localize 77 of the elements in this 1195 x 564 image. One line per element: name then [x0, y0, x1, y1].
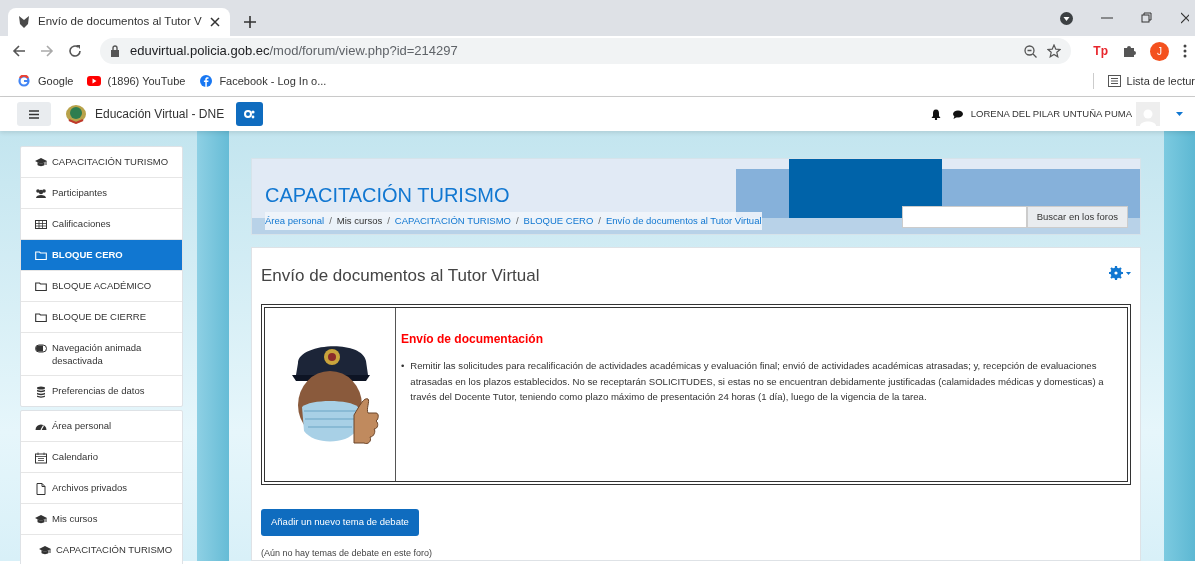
folder-icon	[35, 312, 47, 324]
site-name: Educación Virtual - DNE	[95, 106, 225, 123]
tab-title: Envío de documentos al Tutor V	[38, 14, 202, 30]
nav-item[interactable]: Área personal	[21, 411, 182, 442]
extension-button[interactable]: Tp	[1093, 42, 1108, 60]
restore-icon[interactable]	[1141, 12, 1153, 24]
people-icon	[35, 188, 47, 200]
breadcrumb-separator: /	[515, 214, 519, 228]
new-tab-icon[interactable]	[244, 16, 256, 28]
breadcrumb-link[interactable]: CAPACITACIÓN TURISMO	[394, 214, 511, 229]
star-icon[interactable]	[1047, 44, 1062, 58]
dropdown-icon[interactable]	[1060, 11, 1073, 25]
breadcrumb-link[interactable]: BLOQUE CERO	[523, 214, 594, 229]
breadcrumb-separator: /	[329, 214, 332, 228]
chat-icon[interactable]	[952, 109, 963, 119]
menu-button[interactable]	[17, 102, 51, 126]
puzzle-icon[interactable]	[1122, 44, 1136, 58]
shield-icon	[18, 15, 30, 29]
emblem-icon	[65, 104, 87, 124]
nav-item[interactable]: Archivos privados	[21, 473, 182, 504]
empty-note: (Aún no hay temas de debate en este foro)	[261, 546, 434, 560]
f-logo-icon	[199, 75, 214, 87]
menu-icon[interactable]	[1183, 44, 1187, 58]
menu-icon	[29, 109, 39, 119]
close-icon[interactable]	[1181, 12, 1189, 24]
table-icon	[35, 219, 47, 231]
gear-menu-icon[interactable]	[1109, 266, 1131, 281]
search-field[interactable]	[901, 206, 1027, 228]
breadcrumb-text: Mis cursos	[336, 214, 383, 228]
nav-item[interactable]: BLOQUE DE CIERRE	[21, 302, 182, 333]
forum-title: Envío de documentos al Tutor Virtual	[261, 265, 540, 287]
user-name[interactable]: LORENA DEL PILAR UNTUÑA PUMA	[970, 106, 1132, 122]
cap-icon	[39, 545, 51, 557]
folder-icon	[35, 281, 47, 293]
lock-icon	[110, 45, 120, 57]
back-icon[interactable]	[12, 44, 26, 58]
bell-icon[interactable]	[930, 108, 941, 120]
caret-icon[interactable]	[1176, 112, 1183, 116]
close-icon[interactable]	[210, 17, 220, 27]
intro-paragraph: Remitir las solicitudes para recalificación de actividades académicas y evaluación final; envió de actividades académicas atrasadas; y, recepción de evaluaciones atrasadas en los plazos establecidos. No se receptarán SOLICITUDES, si estas no se encuentran debidamente justificadas (calamidades médicas y domesticas) a través del Docente Tutor, teniendo como plazo máximo de presentación 24 horas (1 día), luego de la vigencia de la tarea.	[410, 359, 1105, 405]
breadcrumb-link[interactable]: Envío de documentos al Tutor Virtual	[605, 214, 762, 229]
nav-item[interactable]: BLOQUE CERO	[21, 240, 182, 271]
google-logo-icon	[18, 75, 32, 87]
reading-list-button[interactable]: Lista de lectur	[1092, 72, 1195, 90]
reload-icon[interactable]	[68, 44, 82, 58]
nav-item[interactable]: BLOQUE ACADÉMICO	[21, 271, 182, 302]
database-icon	[35, 386, 47, 398]
calendar-icon	[35, 452, 47, 464]
cap-icon	[35, 157, 47, 169]
nav-item[interactable]: CAPACITACIÓN TURISMO	[21, 535, 182, 564]
document-icon	[35, 483, 47, 495]
breadcrumb-separator: /	[387, 214, 390, 228]
play-logo-icon	[87, 75, 102, 87]
intro-heading: Envío de documentación	[401, 331, 545, 349]
breadcrumb-separator: /	[598, 214, 601, 228]
nav-item[interactable]: Preferencias de datos	[21, 376, 182, 406]
bookmark-link[interactable]: (1896) YouTube	[87, 72, 186, 90]
course-title: CAPACITACIÓN TURISMO	[265, 183, 511, 207]
cap-icon	[35, 514, 47, 526]
breadcrumb-link[interactable]: Área personal	[265, 214, 325, 229]
bookmark-link[interactable]: Facebook - Log In o...	[199, 72, 327, 90]
gears-icon	[244, 109, 256, 119]
browser-tab[interactable]: Envío de documentos al Tutor V	[8, 8, 230, 36]
settings-button[interactable]	[236, 102, 264, 126]
nav-item[interactable]: Participantes	[21, 178, 182, 209]
nav-item[interactable]: Navegación animada desactivada	[21, 333, 182, 376]
zoom-out-icon[interactable]	[1024, 44, 1038, 58]
bookmark-link[interactable]: Google	[18, 72, 74, 90]
list-icon	[1107, 75, 1121, 87]
nav-item[interactable]: Mis cursos	[21, 504, 182, 535]
search-button[interactable]: Buscar en los foros	[1026, 206, 1128, 228]
add-topic-button[interactable]: Añadir un nuevo tema de debate	[261, 509, 419, 536]
nav-item[interactable]: CAPACITACIÓN TURISMO	[21, 147, 182, 178]
nav-item[interactable]: Calendario	[21, 442, 182, 473]
folder-icon	[35, 250, 47, 262]
toggle-icon	[35, 343, 47, 355]
bullet: •	[401, 359, 405, 374]
